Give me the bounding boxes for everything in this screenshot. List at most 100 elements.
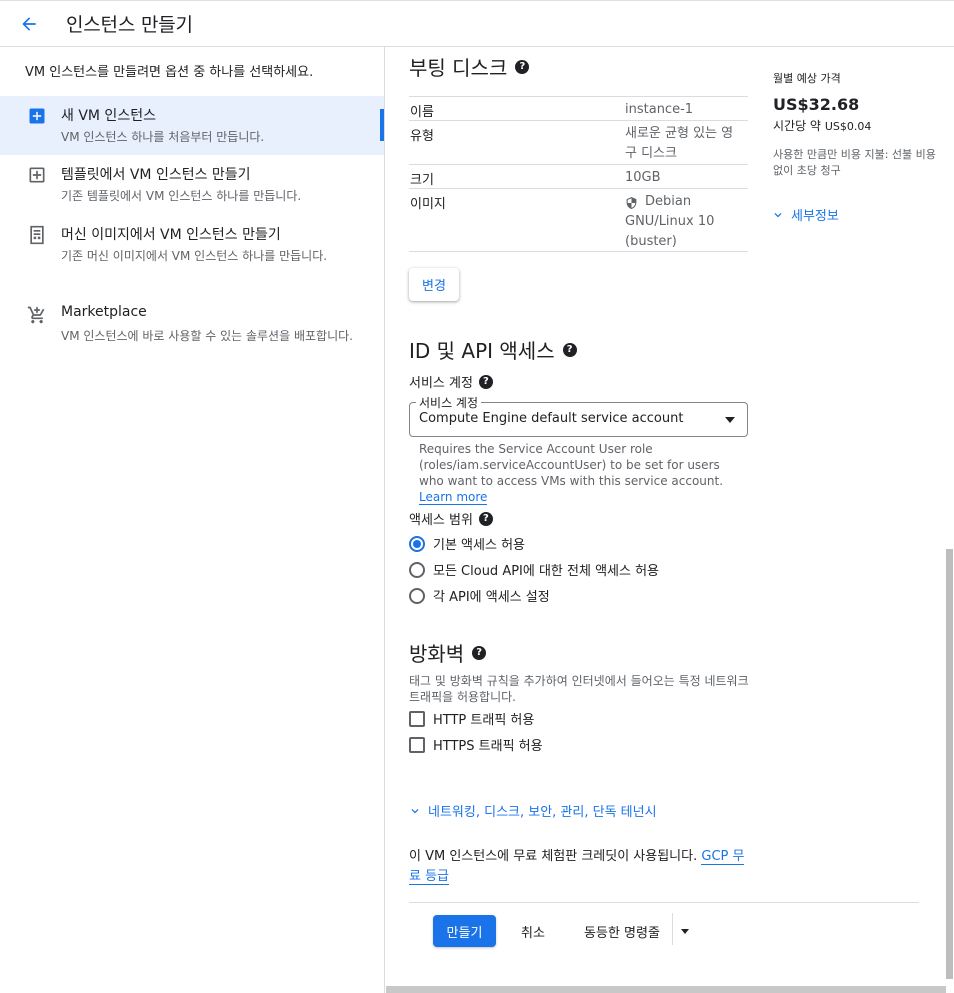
table-row: 유형 새로운 균형 있는 영구 디스크: [409, 120, 748, 164]
firewall-desc: 태그 및 방화벽 규칙을 추가하여 인터넷에서 들어오는 특정 네트워크 트래픽…: [409, 674, 749, 704]
cancel-button[interactable]: 취소: [510, 915, 556, 947]
help-icon[interactable]: ?: [562, 342, 577, 357]
option-new-vm[interactable]: 새 VM 인스턴스 VM 인스턴스 하나를 처음부터 만듭니다.: [0, 96, 384, 155]
back-button[interactable]: [14, 9, 44, 39]
row-label: 이름: [410, 105, 434, 120]
credit-text: 이 VM 인스턴스에 무료 체험판 크레딧이 사용됩니다.: [409, 849, 702, 864]
identity-heading: ID 및 API 액세스 ?: [409, 335, 577, 364]
help-icon[interactable]: ?: [472, 645, 487, 660]
equivalent-command-button[interactable]: 동등한 명령줄: [570, 915, 674, 947]
options-intro: VM 인스턴스를 만들려면 옵션 중 하나를 선택하세요.: [25, 65, 314, 80]
checkbox-label: HTTPS 트래픽 허용: [433, 739, 543, 754]
option-desc: 기존 머신 이미지에서 VM 인스턴스 하나를 만듭니다.: [61, 249, 328, 263]
free-trial-notice: 이 VM 인스턴스에 무료 체험판 크레딧이 사용됩니다. GCP 무료 등급: [409, 847, 754, 887]
option-from-template[interactable]: 템플릿에서 VM 인스턴스 만들기 기존 템플릿에서 VM 인스턴스 하나를 만…: [0, 155, 384, 215]
machine-image-icon: [30, 225, 44, 245]
divider: [409, 902, 919, 903]
add-box-outline-icon: [29, 167, 45, 183]
chevron-down-icon: [774, 212, 782, 217]
table-row: 크기 10GB: [409, 164, 748, 188]
scope-radio-full[interactable]: 모든 Cloud API에 대한 전체 액세스 허용: [409, 560, 659, 579]
select-value: Compute Engine default service account: [419, 411, 684, 426]
arrow-back-icon: [22, 17, 36, 31]
firewall-heading: 방화벽 ?: [409, 638, 487, 667]
hourly-prefix: 시간당 약: [773, 119, 821, 133]
checkbox-label: HTTP 트래픽 허용: [433, 713, 535, 728]
service-account-label: 서비스 계정 ?: [409, 372, 493, 391]
radio-unchecked[interactable]: [409, 587, 425, 604]
table-row: 이름 instance-1: [409, 96, 748, 120]
help-icon[interactable]: ?: [478, 511, 493, 526]
hourly-value: US$0.04: [824, 120, 872, 133]
learn-more-link[interactable]: Learn more: [419, 490, 488, 505]
row-value: instance-1: [625, 102, 694, 117]
scope-radio-custom[interactable]: 각 API에 액세스 설정: [409, 586, 550, 605]
checkbox[interactable]: [409, 736, 425, 753]
firewall-title: 방화벽: [409, 642, 465, 666]
create-button[interactable]: 만들기: [433, 915, 496, 947]
row-label: 이미지: [410, 197, 446, 212]
access-scope-label: 액세스 범위 ?: [409, 509, 493, 528]
page-title: 인스턴스 만들기: [66, 14, 193, 36]
hint-text: Requires the Service Account User role (…: [419, 442, 724, 488]
chevron-down-icon: [411, 808, 419, 813]
access-scope-text: 액세스 범위: [409, 513, 473, 528]
row-label: 크기: [410, 173, 434, 188]
hourly-price: 시간당 약 US$0.04: [773, 117, 948, 134]
option-desc: 기존 템플릿에서 VM 인스턴스 하나를 만듭니다.: [61, 189, 302, 203]
price-panel: 월별 예상 가격 US$32.68 시간당 약 US$0.04 사용한 만큼만 …: [773, 70, 948, 179]
option-from-machine-image[interactable]: 머신 이미지에서 VM 인스턴스 만들기 기존 머신 이미지에서 VM 인스턴스…: [0, 215, 384, 295]
main-form: 부팅 디스크 ? 이름 instance-1 유형 새로운 균형 있는 영구 디…: [386, 47, 954, 993]
horizontal-scrollbar[interactable]: [386, 986, 946, 993]
row-value: Debian GNU/Linux 10 (buster): [625, 192, 745, 252]
help-icon[interactable]: ?: [515, 59, 530, 74]
radio-label: 각 API에 액세스 설정: [433, 590, 550, 605]
creation-options-panel: VM 인스턴스를 만들려면 옵션 중 하나를 선택하세요. 새 VM 인스턴스 …: [0, 47, 385, 993]
price-note: 사용한 만큼만 비용 지불: 선불 비용 없이 초당 청구: [773, 148, 936, 177]
top-bar: 인스턴스 만들기: [0, 0, 954, 47]
boot-disk-title: 부팅 디스크: [409, 56, 508, 80]
help-icon[interactable]: ?: [478, 374, 493, 389]
checkbox[interactable]: [409, 710, 425, 727]
boot-disk-table: 이름 instance-1 유형 새로운 균형 있는 영구 디스크 크기 10G…: [409, 96, 748, 252]
row-value: 새로운 균형 있는 영구 디스크: [625, 126, 734, 161]
advanced-options-label: 네트워킹, 디스크, 보안, 관리, 단독 테넌시: [428, 805, 657, 820]
radio-label: 모든 Cloud API에 대한 전체 액세스 허용: [433, 564, 660, 579]
shield-icon: [626, 197, 637, 209]
service-account-hint: Requires the Service Account User role (…: [419, 441, 739, 505]
add-box-icon: [29, 108, 45, 124]
service-account-text: 서비스 계정: [409, 376, 473, 391]
command-dropdown-button[interactable]: [676, 915, 698, 947]
dropdown-arrow-icon: [725, 417, 735, 423]
option-title: Marketplace: [61, 304, 147, 320]
price-title: 월별 예상 가격: [773, 72, 841, 85]
image-value: Debian GNU/Linux 10 (buster): [625, 194, 715, 249]
radio-label: 기본 액세스 허용: [433, 538, 525, 553]
monthly-price: US$32.68: [773, 95, 860, 114]
vertical-scrollbar[interactable]: [946, 549, 953, 979]
option-title: 새 VM 인스턴스: [61, 108, 156, 124]
allow-http-checkbox[interactable]: HTTP 트래픽 허용: [409, 709, 534, 728]
option-title: 머신 이미지에서 VM 인스턴스 만들기: [61, 227, 281, 243]
allow-https-checkbox[interactable]: HTTPS 트래픽 허용: [409, 735, 543, 754]
advanced-options-toggle[interactable]: 네트워킹, 디스크, 보안, 관리, 단독 테넌시: [408, 801, 657, 820]
price-details-toggle[interactable]: 세부정보: [771, 205, 839, 224]
radio-unchecked[interactable]: [409, 561, 425, 578]
identity-title: ID 및 API 액세스: [409, 339, 555, 363]
details-label: 세부정보: [791, 209, 839, 224]
change-boot-disk-button[interactable]: 변경: [409, 268, 459, 301]
option-desc: VM 인스턴스 하나를 처음부터 만듭니다.: [61, 130, 265, 144]
radio-checked[interactable]: [409, 535, 425, 552]
option-title: 템플릿에서 VM 인스턴스 만들기: [61, 167, 251, 183]
option-desc: VM 인스턴스에 바로 사용할 수 있는 솔루션을 배포합니다.: [61, 329, 353, 343]
boot-disk-heading: 부팅 디스크 ?: [409, 52, 530, 81]
option-marketplace[interactable]: Marketplace VM 인스턴스에 바로 사용할 수 있는 솔루션을 배포…: [0, 295, 384, 375]
divider: [672, 913, 673, 945]
table-row: 이미지 Debian GNU/Linux 10 (buster): [409, 188, 748, 252]
scope-radio-default[interactable]: 기본 액세스 허용: [409, 534, 525, 553]
row-label: 유형: [410, 129, 434, 144]
row-value: 10GB: [625, 170, 661, 185]
service-account-select[interactable]: 서비스 계정 Compute Engine default service ac…: [409, 394, 748, 437]
select-floating-label: 서비스 계정: [416, 394, 482, 411]
cart-icon: [27, 306, 45, 324]
